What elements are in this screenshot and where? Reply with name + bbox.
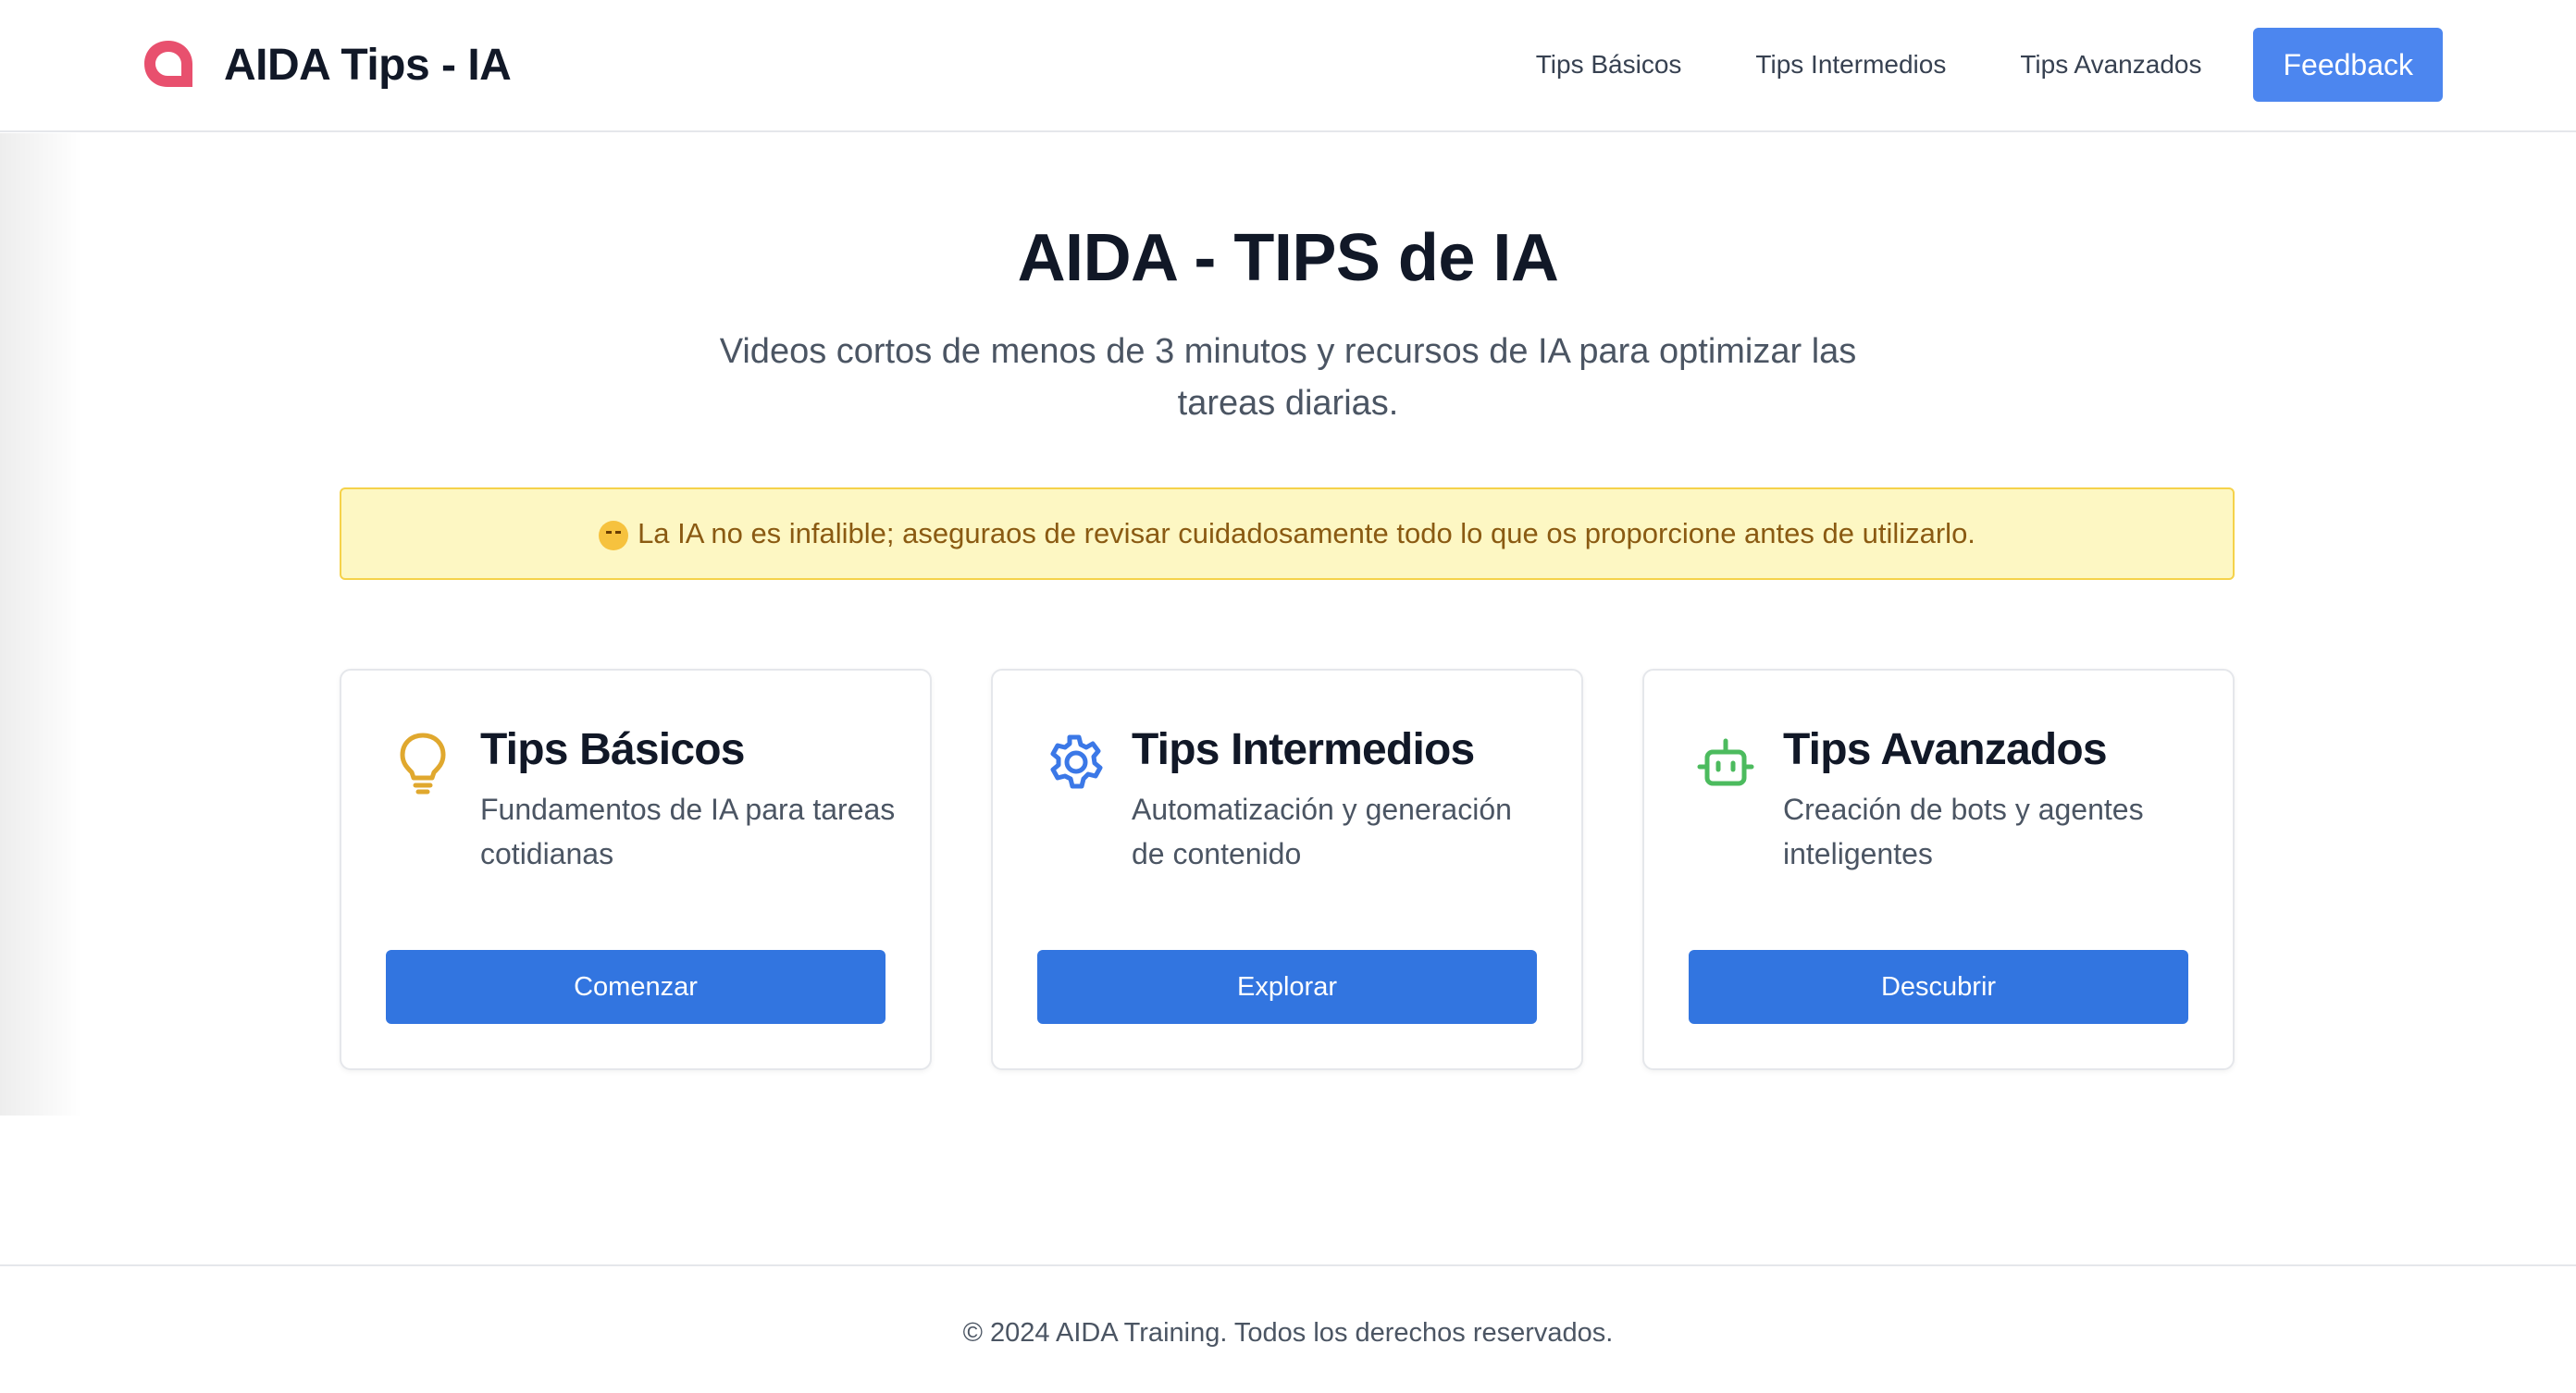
page-title: AIDA - TIPS de IA xyxy=(1017,221,1559,295)
brand[interactable]: AIDA Tips - IA xyxy=(139,35,512,94)
page-subtitle: Videos cortos de menos de 3 minutos y re… xyxy=(719,332,1857,423)
card-description: Fundamentos de IA para tareas cotidianas xyxy=(480,793,896,870)
card-tips-basicos: Tips Básicos Fundamentos de IA para tare… xyxy=(340,669,932,1070)
card-description: Creación de bots y agentes inteligentes xyxy=(1783,793,2144,870)
footer-copyright: © 2024 AIDA Training. Todos los derechos… xyxy=(962,1318,1614,1348)
warning-alert: La IA no es infalible; aseguraos de revi… xyxy=(340,487,2235,580)
explorar-button[interactable]: Explorar xyxy=(1037,950,1537,1024)
robot-icon xyxy=(1697,738,1754,786)
page-footer: © 2024 AIDA Training. Todos los derechos… xyxy=(0,1264,2576,1393)
nav-link-tips-basicos[interactable]: Tips Básicos xyxy=(1536,50,1682,80)
tips-cards: Tips Básicos Fundamentos de IA para tare… xyxy=(340,669,2235,1070)
card-description: Automatización y generación de contenido xyxy=(1132,793,1512,870)
card-title: Tips Avanzados xyxy=(1783,725,2108,774)
chat-bubble-logo-icon xyxy=(144,41,192,87)
card-title: Tips Básicos xyxy=(480,725,745,774)
brand-title: AIDA Tips - IA xyxy=(224,40,512,90)
feedback-button[interactable]: Feedback xyxy=(2253,28,2443,102)
top-header: AIDA Tips - IA Tips Básicos Tips Interme… xyxy=(0,0,2576,132)
nav-link-tips-intermedios[interactable]: Tips Intermedios xyxy=(1755,50,1946,80)
gear-icon xyxy=(1050,734,1103,789)
main-nav: Tips Básicos Tips Intermedios Tips Avanz… xyxy=(1536,28,2443,102)
nav-link-tips-avanzados[interactable]: Tips Avanzados xyxy=(2020,50,2201,80)
card-tips-avanzados: Tips Avanzados Creación de bots y agente… xyxy=(1642,669,2235,1070)
descubrir-button[interactable]: Descubrir xyxy=(1689,950,2188,1024)
card-tips-intermedios: Tips Intermedios Automatización y genera… xyxy=(991,669,1583,1070)
lightbulb-icon xyxy=(400,733,446,795)
card-title: Tips Intermedios xyxy=(1132,725,1475,774)
warning-alert-text: La IA no es infalible; aseguraos de revi… xyxy=(638,517,1975,549)
comenzar-button[interactable]: Comenzar xyxy=(386,950,886,1024)
winking-face-emoji-icon xyxy=(599,521,629,550)
